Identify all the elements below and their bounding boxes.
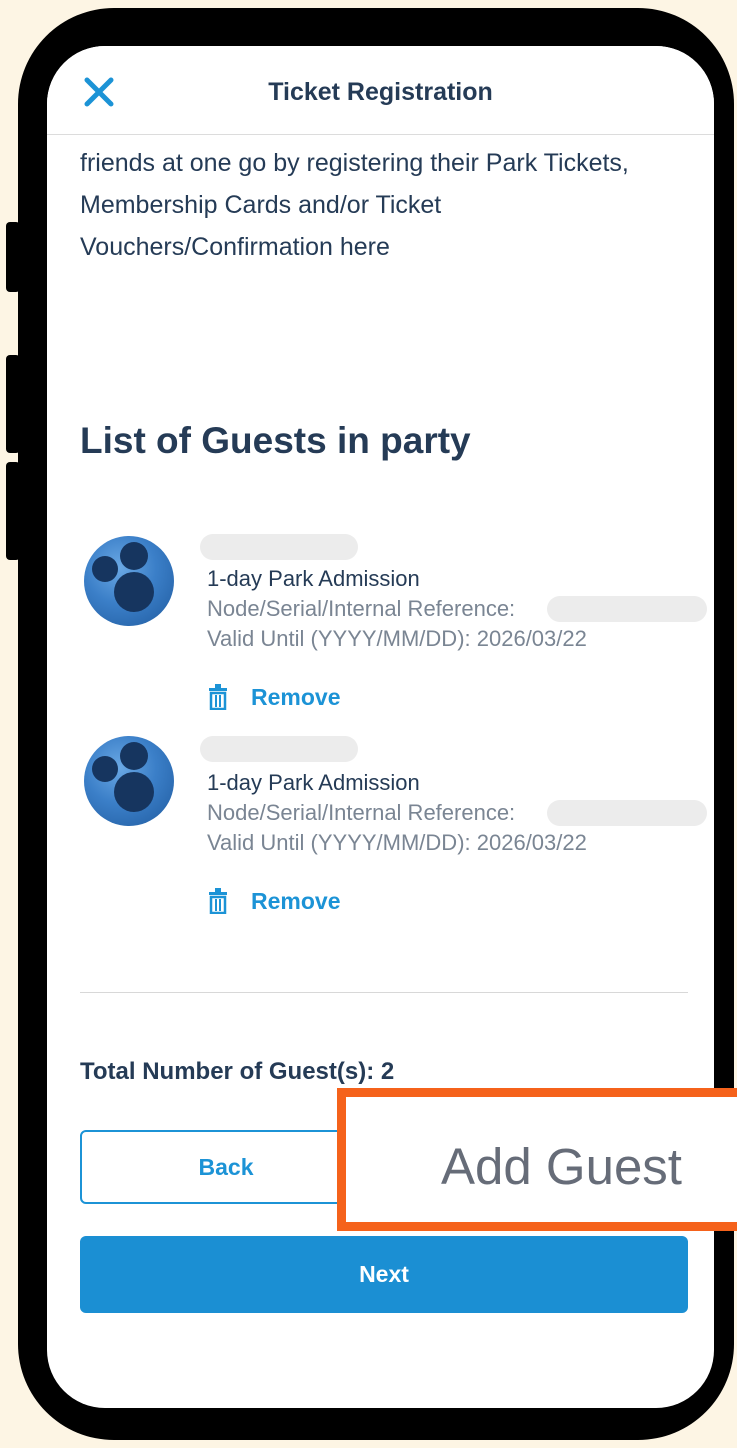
intro-line: friends at one go by registering their P… <box>80 149 629 177</box>
phone-side-button <box>6 462 20 560</box>
mickey-avatar-icon <box>84 536 174 626</box>
header-bar: Ticket Registration <box>47 46 714 135</box>
add-guest-callout[interactable]: Add Guest <box>337 1088 737 1231</box>
ticket-type: 1-day Park Admission <box>207 566 420 591</box>
trash-icon <box>209 888 227 914</box>
next-button[interactable]: Next <box>80 1236 688 1313</box>
ticket-type: 1-day Park Admission <box>207 770 420 795</box>
mickey-avatar-icon <box>84 736 174 826</box>
intro-line: Vouchers/Confirmation here <box>80 233 390 261</box>
intro-text: friends at one go by registering their P… <box>80 142 710 268</box>
section-title: List of Guests in party <box>80 420 471 461</box>
remove-button[interactable]: Remove <box>207 884 340 918</box>
reference-redacted <box>547 800 707 826</box>
guest-item: 1-day Park Admission Node/Serial/Interna… <box>47 530 714 720</box>
total-guests: Total Number of Guest(s): 2 <box>80 1058 395 1085</box>
add-guest-label: Add Guest <box>441 1138 682 1195</box>
reference-redacted <box>547 596 707 622</box>
reference-label: Node/Serial/Internal Reference: <box>207 800 516 825</box>
trash-icon <box>209 684 227 710</box>
back-button[interactable]: Back <box>80 1130 372 1204</box>
page-title: Ticket Registration <box>268 78 493 106</box>
guest-name-redacted <box>200 736 358 762</box>
divider <box>80 992 688 993</box>
remove-label: Remove <box>251 683 341 710</box>
guest-item: 1-day Park Admission Node/Serial/Interna… <box>47 734 714 924</box>
valid-until: Valid Until (YYYY/MM/DD): 2026/03/22 <box>207 830 587 855</box>
remove-button[interactable]: Remove <box>207 680 340 714</box>
intro-line: Membership Cards and/or Ticket <box>80 191 442 219</box>
phone-side-button <box>6 355 20 453</box>
guest-name-redacted <box>200 534 358 560</box>
remove-label: Remove <box>251 887 341 914</box>
valid-until: Valid Until (YYYY/MM/DD): 2026/03/22 <box>207 626 587 651</box>
reference-label: Node/Serial/Internal Reference: <box>207 596 516 621</box>
phone-side-button <box>6 222 20 292</box>
